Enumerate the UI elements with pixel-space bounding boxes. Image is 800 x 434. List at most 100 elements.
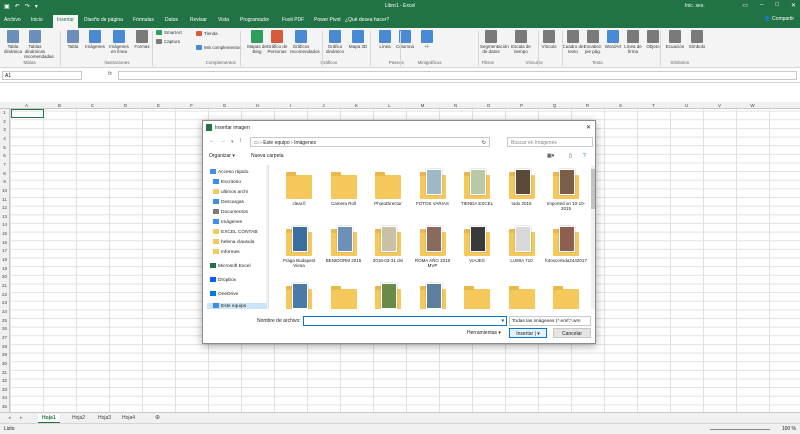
column-header[interactable]: L [373,103,406,108]
column-header[interactable]: A [10,103,43,108]
file-item[interactable]: Imported on 10-10-2015 [544,169,588,211]
row-header[interactable]: 21 [0,283,9,288]
row-header[interactable]: 2 [0,119,9,124]
tab-insertar[interactable]: Insertar [53,15,78,28]
nav-item[interactable]: ultimos archi [213,189,248,196]
new-sheet-icon[interactable]: ⊕ [155,414,160,421]
tab-datos[interactable]: Datos [165,17,178,23]
formula-input[interactable] [118,71,797,80]
row-header[interactable]: 27 [0,335,9,340]
ribbon-button-15[interactable]: Escala de tiempo [510,30,532,54]
nav-item[interactable]: helena clausula [213,239,254,246]
row-header[interactable]: 4 [0,136,9,141]
row-header[interactable]: 5 [0,145,9,150]
column-header[interactable]: K [340,103,373,108]
ribbon-button-14[interactable]: Segmentación de datos [480,30,509,54]
row-header[interactable]: 12 [0,205,9,210]
tab-foxit-pdf[interactable]: Foxit PDF [282,17,304,23]
file-item[interactable]: LUMIA 710 [500,226,544,263]
row-header[interactable]: 7 [0,162,9,167]
ribbon-small-button[interactable]: Tienda [196,31,218,37]
file-item[interactable]: ROMA AÑO 2016 MVP [411,226,455,268]
column-header[interactable]: V [703,103,736,108]
file-item[interactable]: PhotoDirector [366,169,410,206]
selected-cell[interactable] [11,109,44,118]
path-segment[interactable]: Este equipo [263,140,289,146]
column-header[interactable]: Q [538,103,571,108]
dialog-close-icon[interactable]: ✕ [586,124,591,131]
column-header[interactable]: P [505,103,538,108]
nav-item[interactable]: EXCEL CONTAB [213,229,258,236]
row-header[interactable]: 22 [0,292,9,297]
row-header[interactable]: 33 [0,387,9,392]
file-item[interactable]: VIAJES [455,226,499,263]
file-item[interactable] [411,283,455,309]
new-folder-button[interactable]: Nueva carpeta [251,153,284,159]
file-item[interactable]: FOTOS VARIAS [411,169,455,206]
ribbon-button-7[interactable]: Gráfico de Personas [266,30,288,54]
scroll-thumb[interactable] [591,169,595,209]
name-box[interactable]: A1 [2,71,82,80]
file-item[interactable]: BENIDORM 2015 [322,226,366,263]
row-header[interactable]: 25 [0,318,9,323]
ribbon-button-4[interactable]: Imágenes en línea [108,30,130,54]
ribbon-small-button[interactable]: Mis complementos [196,45,242,51]
row-header[interactable]: 14 [0,222,9,227]
tab-diseño-de-página[interactable]: Diseño de página [84,17,123,23]
ribbon-button-3[interactable]: Imágenes [84,30,106,49]
row-header[interactable]: 15 [0,231,9,236]
tab--qué-desea-hacer-[interactable]: ¿Qué desea hacer? [345,17,389,23]
column-header[interactable]: J [307,103,340,108]
column-header[interactable]: T [637,103,670,108]
column-header[interactable]: B [43,103,76,108]
column-header[interactable]: O [472,103,505,108]
back-icon[interactable]: ← [209,138,215,144]
column-header[interactable]: C [76,103,109,108]
ribbon-button-23[interactable]: Símbolo [686,30,708,49]
file-item[interactable] [322,283,366,309]
ribbon-button-10[interactable]: Mapa 3D [347,30,369,49]
column-header[interactable]: U [670,103,703,108]
row-header[interactable]: 3 [0,127,9,132]
ribbon-button-9[interactable]: Gráfico dinámico [324,30,346,54]
tab-power-pivot[interactable]: Power Pivot [314,17,341,23]
nav-item[interactable]: Escritorio [213,179,241,186]
ribbon-button-12[interactable]: Columna [394,30,416,49]
row-header[interactable]: 8 [0,171,9,176]
sheet-prev-icon[interactable]: ◂ [8,415,11,421]
column-header[interactable]: W [736,103,769,108]
ribbon-button-22[interactable]: Ecuación [664,30,686,49]
file-item[interactable]: todo 2015 [500,169,544,206]
nav-item[interactable]: OneDrive [210,291,238,298]
row-header[interactable]: 26 [0,326,9,331]
column-header[interactable]: I [274,103,307,108]
close-icon[interactable]: ✕ [791,2,796,9]
column-header[interactable]: M [406,103,439,108]
row-header[interactable]: 6 [0,153,9,158]
sheet-tab[interactable]: Hoja1 [38,414,60,423]
sheet-next-icon[interactable]: ▸ [20,415,23,421]
column-header[interactable]: D [109,103,142,108]
file-item[interactable] [544,283,588,309]
file-item[interactable] [500,283,544,309]
row-header[interactable]: 11 [0,197,9,202]
ribbon-button-19[interactable]: WordArt [602,30,624,49]
file-item[interactable] [366,283,410,309]
filename-input[interactable]: ▾ [303,316,507,326]
file-item[interactable] [455,283,499,309]
row-header[interactable]: 9 [0,179,9,184]
preview-pane-icon[interactable]: ▯ [569,153,572,159]
ribbon-button-2[interactable]: Tabla [62,30,84,49]
ribbon-button-20[interactable]: Línea de firma [622,30,644,54]
file-item[interactable]: TIENDA EXCEL [455,169,499,206]
cancel-button[interactable]: Cancelar [553,328,591,338]
share-button[interactable]: 👤 Compartir [764,16,794,22]
nav-item[interactable]: Acceso rápido [210,169,248,176]
column-header[interactable]: N [439,103,472,108]
ribbon-button-1[interactable]: Tablas dinámicas recomendadas [24,30,54,59]
file-scrollbar[interactable] [591,165,595,309]
path-segment[interactable]: Imágenes [294,140,316,146]
nav-scrollbar[interactable] [266,165,268,309]
zoom-slider[interactable] [710,429,770,430]
row-header[interactable]: 19 [0,266,9,271]
